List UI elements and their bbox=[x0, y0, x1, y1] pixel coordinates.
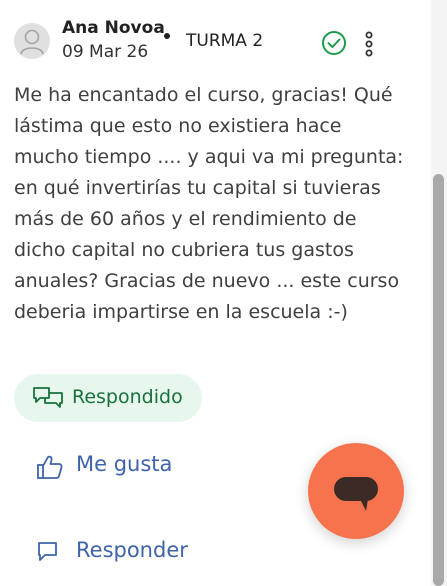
thumbs-up-icon bbox=[36, 454, 64, 480]
author-name[interactable]: Ana Novoa bbox=[62, 18, 165, 38]
post-body: Me ha encantado el curso, gracias! Qué l… bbox=[14, 84, 404, 323]
chat-bubble-icon bbox=[36, 540, 60, 564]
group-label: TURMA 2 bbox=[186, 31, 264, 51]
scrollbar-thumb[interactable] bbox=[433, 174, 444, 586]
like-button[interactable]: Me gusta bbox=[36, 448, 196, 484]
check-circle-icon bbox=[321, 30, 347, 56]
chat-icon bbox=[332, 475, 380, 515]
reply-label: Responder bbox=[76, 538, 188, 562]
chat-bubbles-icon bbox=[32, 386, 64, 410]
post-date: 09 Mar 26 bbox=[62, 42, 149, 62]
like-label: Me gusta bbox=[76, 452, 173, 476]
answered-label: Respondido bbox=[72, 386, 183, 408]
separator-dot bbox=[164, 33, 170, 39]
more-vertical-icon[interactable] bbox=[362, 30, 376, 58]
chat-fab-button[interactable] bbox=[308, 443, 404, 539]
user-avatar-icon[interactable] bbox=[14, 23, 50, 59]
reply-button[interactable]: Responder bbox=[36, 534, 226, 570]
forum-post: Ana Novoa 09 Mar 26 TURMA 2 Me ha encant… bbox=[0, 0, 447, 586]
answered-status-badge: Respondido bbox=[14, 374, 202, 422]
post-header: Ana Novoa 09 Mar 26 TURMA 2 bbox=[14, 18, 434, 68]
